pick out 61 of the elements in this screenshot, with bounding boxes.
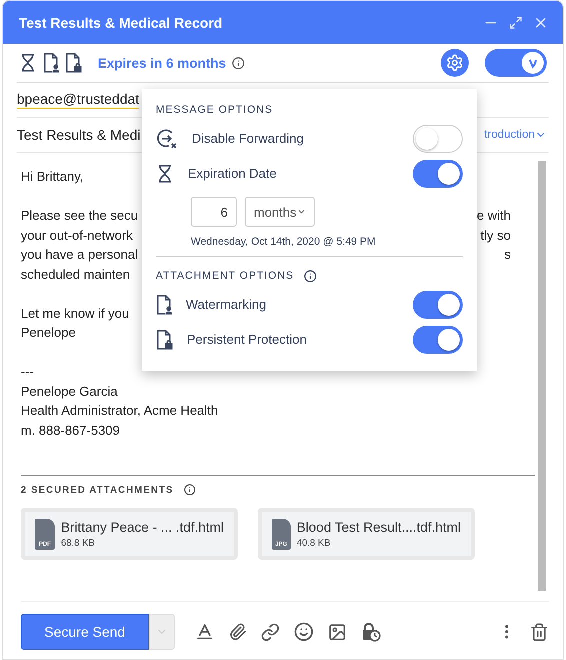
body-text: Hi Brittany, [21,168,84,186]
section-heading: MESSAGE OPTIONS [156,104,274,116]
option-label: Disable Forwarding [192,131,305,146]
body-text: Health Administrator, Acme Health [21,402,218,420]
attachment-size: 68.8 KB [61,538,96,548]
info-icon[interactable] [184,484,196,496]
paperclip-icon[interactable] [229,623,247,641]
option-label: Expiration Date [188,166,278,181]
info-icon[interactable] [232,56,246,70]
body-text: s [504,246,511,264]
unit-dropdown[interactable]: months [245,197,315,227]
body-text: you have a personal [21,246,138,264]
smiley-icon[interactable] [294,622,314,642]
hourglass-icon[interactable] [19,53,37,73]
hourglass-icon [156,164,174,184]
attachment-name: Blood Test Result....tdf.html [296,520,461,534]
document-lock-icon [156,330,173,350]
settings-button[interactable] [441,49,469,77]
body-text: Penelope Garcia [21,382,118,401]
logo [522,52,544,74]
document-user-icon [156,294,172,314]
secure-send-button[interactable]: Secure Send [21,614,149,650]
info-icon[interactable] [304,270,318,282]
document-lock-icon[interactable] [65,53,82,73]
body-text: scheduled mainten [21,266,130,284]
body-text: tly so [480,226,511,245]
attachment-size: 40.8 KB [296,538,332,548]
toggle-switch[interactable] [413,326,463,354]
trash-icon[interactable] [530,622,549,642]
body-text: Please see the secu [21,207,138,225]
link-icon[interactable] [261,622,280,642]
toggle-switch[interactable] [413,160,463,188]
body-text: e with [477,207,511,225]
window-title: Test Results & Medical Record [19,14,224,30]
body-text: --- [21,363,34,381]
image-icon[interactable] [328,622,347,642]
subject-field[interactable]: Test Results & Medi [17,127,141,143]
body-text: m. 888-867-5309 [21,422,120,440]
expiry-date-text: Wednesday, Oct 14th, 2020 @ 5:49 PM [191,236,377,248]
body-text: Penelope [21,324,76,342]
toggle-switch[interactable] [413,124,463,152]
expand-icon[interactable] [509,16,523,30]
template-link[interactable]: troduction [484,129,547,141]
expiry-status[interactable]: Expires in 6 months [98,56,226,70]
forward-blocked-icon [156,128,178,150]
attachment-name: Brittany Peace - ... .tdf.html [61,520,224,534]
text-format-icon[interactable] [195,622,215,642]
document-user-icon[interactable] [43,53,59,73]
body-text: Let me know if you [21,304,130,323]
recipient-chip[interactable]: bpeace@trusteddat [17,91,140,109]
scrollbar[interactable] [538,161,546,591]
toggle-switch[interactable] [413,290,463,318]
option-label: Watermarking [186,297,268,312]
option-label: Persistent Protection [187,332,308,347]
body-text: your out-of-network [21,226,133,245]
attachments-title: 2 SECURED ATTACHMENTS [21,484,174,496]
gear-icon [446,54,464,72]
lock-clock-icon[interactable] [361,622,381,642]
section-heading: ATTACHMENT OPTIONS [156,270,294,282]
amount-field[interactable]: 6 [191,197,237,227]
secure-toggle[interactable] [485,49,547,77]
